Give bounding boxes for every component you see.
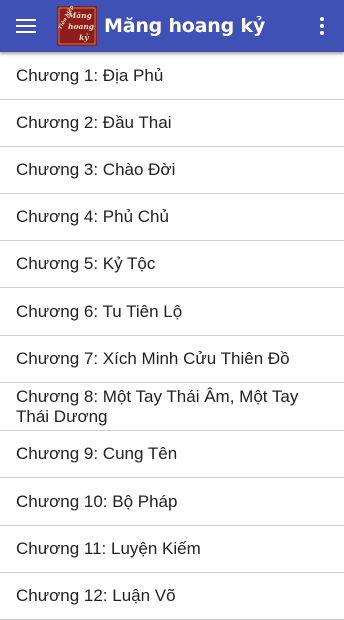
logo-text-line2: hoang	[68, 22, 94, 31]
chapter-item-3[interactable]: Chương 3: Chào Đời	[0, 147, 344, 194]
chapter-label: Chương 9: Cung Tên	[16, 444, 178, 463]
chapter-item-11[interactable]: Chương 11: Luyện Kiếm	[0, 526, 344, 573]
chapter-label: Chương 1: Địa Phủ	[16, 65, 164, 85]
chapter-label: Chương 6: Tu Tiên Lộ	[16, 301, 183, 321]
chapter-label: Chương 10: Bộ Pháp	[16, 491, 178, 511]
chapter-item-5[interactable]: Chương 5: Kỷ Tộc	[0, 241, 344, 288]
chapter-item-6[interactable]: Chương 6: Tu Tiên Lộ	[0, 288, 344, 336]
chapter-label: Chương 11: Luyện Kiếm	[16, 539, 201, 558]
chapter-item-10[interactable]: Chương 10: Bộ Pháp	[0, 478, 344, 526]
chapter-label: Chương 3: Chào Đời	[16, 160, 176, 179]
logo-text-line3: kỷ	[79, 33, 89, 42]
logo-text-line1: Măng	[67, 11, 92, 20]
more-vert-icon[interactable]	[308, 10, 336, 42]
chapter-item-8[interactable]: Chương 8: Một Tay Thái Âm, Một Tay Thái …	[0, 383, 344, 431]
chapter-item-1[interactable]: Chương 1: Địa Phủ	[0, 52, 344, 100]
chapter-label: Chương 2: Đầu Thai	[16, 113, 172, 132]
hamburger-menu-icon-graphic	[16, 19, 36, 33]
hamburger-menu-icon[interactable]	[10, 10, 42, 42]
chapter-label: Chương 4: Phủ Chủ	[16, 207, 169, 226]
app-logo-graphic: Tiên hiệp Măng hoang kỷ	[57, 6, 97, 46]
chapter-item-12[interactable]: Chương 12: Luận Võ	[0, 573, 344, 620]
chapter-label: Chương 8: Một Tay Thái Âm, Một Tay Thái …	[16, 386, 299, 426]
chapter-item-2[interactable]: Chương 2: Đầu Thai	[0, 100, 344, 147]
app-title: Măng hoang kỷ	[104, 15, 266, 37]
chapter-label: Chương 7: Xích Minh Cửu Thiên Đồ	[16, 349, 290, 368]
chapter-item-4[interactable]: Chương 4: Phủ Chủ	[0, 194, 344, 241]
app-bar: Tiên hiệp Măng hoang kỷ Măng hoang kỷ	[0, 0, 344, 52]
more-vert-icon-graphic	[320, 17, 324, 35]
app-logo: Tiên hiệp Măng hoang kỷ	[57, 6, 97, 46]
chapter-list: Chương 1: Địa Phủ Chương 2: Đầu Thai Chư…	[0, 52, 344, 620]
chapter-item-9[interactable]: Chương 9: Cung Tên	[0, 431, 344, 478]
chapter-item-7[interactable]: Chương 7: Xích Minh Cửu Thiên Đồ	[0, 336, 344, 383]
chapter-label: Chương 12: Luận Võ	[16, 586, 176, 605]
chapter-label: Chương 5: Kỷ Tộc	[16, 254, 156, 273]
